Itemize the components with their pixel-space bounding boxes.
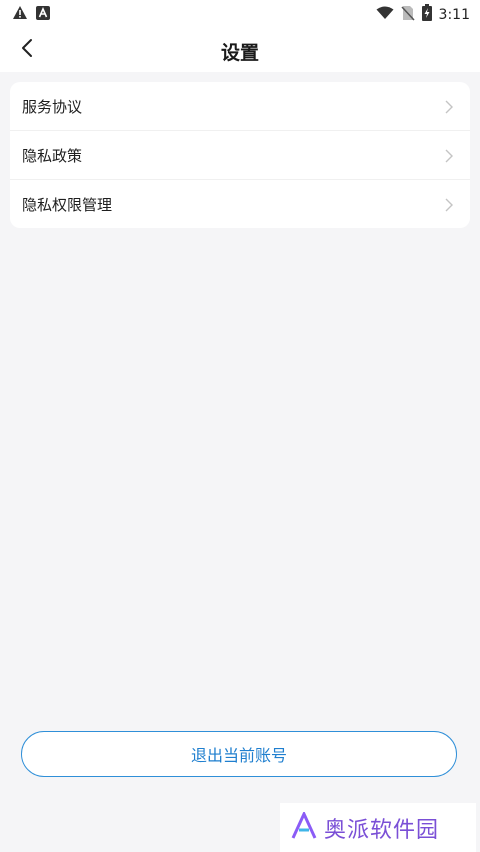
- menu-item-service-agreement[interactable]: 服务协议: [10, 82, 470, 130]
- logout-button[interactable]: 退出当前账号: [21, 731, 457, 777]
- battery-charging-icon: [421, 4, 432, 25]
- warning-icon: [12, 5, 28, 24]
- watermark-text: 奥派软件园: [324, 817, 440, 843]
- watermark-logo-icon: [290, 809, 318, 844]
- watermark: 奥派软件园: [280, 803, 476, 852]
- menu-item-privacy-policy[interactable]: 隐私政策: [10, 130, 470, 179]
- status-bar: 3:11: [0, 0, 480, 28]
- page-title: 设置: [220, 42, 259, 64]
- menu-item-privacy-permissions[interactable]: 隐私权限管理: [10, 179, 470, 228]
- status-time: 3:11: [438, 6, 470, 23]
- status-left-icons: [12, 5, 50, 24]
- chevron-right-icon: [442, 99, 456, 114]
- menu-item-label: 隐私政策: [22, 146, 83, 165]
- menu-item-label: 隐私权限管理: [22, 195, 113, 214]
- chevron-right-icon: [442, 148, 456, 163]
- no-sim-icon: [400, 5, 415, 25]
- status-right-icons: 3:11: [376, 4, 470, 25]
- menu-item-label: 服务协议: [22, 97, 83, 116]
- chevron-right-icon: [442, 197, 456, 212]
- settings-menu-card: 服务协议 隐私政策 隐私权限管理: [10, 82, 470, 228]
- a-icon: [36, 5, 50, 24]
- wifi-icon: [376, 5, 394, 24]
- nav-bar: 设置: [0, 28, 480, 72]
